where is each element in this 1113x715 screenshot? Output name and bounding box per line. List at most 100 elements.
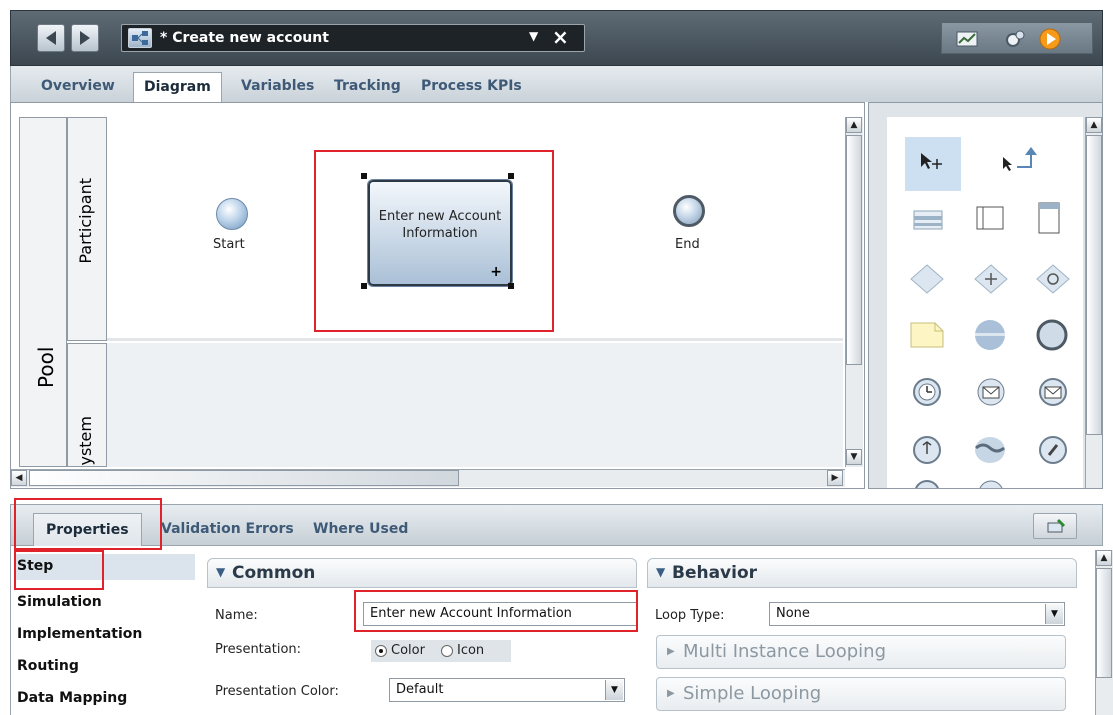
- simple-looping-panel[interactable]: ▶ Simple Looping: [656, 677, 1066, 711]
- scroll-left-button[interactable]: ◀: [11, 470, 27, 486]
- end-label: End: [675, 237, 700, 252]
- activity-shape-icon[interactable]: [973, 319, 1007, 355]
- highlight-properties-tab: [14, 498, 162, 550]
- scroll-thumb[interactable]: [29, 470, 459, 486]
- scroll-right-button[interactable]: ▶: [827, 470, 843, 486]
- scroll-up-button[interactable]: ▲: [1096, 550, 1112, 566]
- signal-event-icon[interactable]: [973, 435, 1007, 469]
- loop-type-value: None: [776, 606, 810, 621]
- chevron-down-icon: ▼: [216, 565, 226, 579]
- scroll-down-button[interactable]: ▼: [846, 449, 862, 465]
- toolbar-right: [941, 22, 1093, 54]
- chevron-down-icon[interactable]: ▼: [529, 29, 538, 43]
- behavior-section-title: Behavior: [672, 563, 758, 583]
- connector-tool-icon[interactable]: [1001, 145, 1037, 177]
- link-event-icon[interactable]: [1037, 435, 1069, 469]
- common-section-header[interactable]: ▼ Common: [207, 558, 637, 588]
- scroll-thumb[interactable]: [846, 135, 862, 365]
- editor-titlebar: * Create new account ▼ ×: [10, 10, 1103, 66]
- start-event[interactable]: [216, 198, 248, 230]
- close-icon[interactable]: ×: [552, 25, 569, 49]
- category-implementation[interactable]: Implementation: [17, 626, 142, 642]
- start-label: Start: [213, 237, 245, 252]
- run-icon[interactable]: [1038, 28, 1061, 50]
- chevron-down-icon: ▼: [656, 565, 666, 579]
- palette-grid: [887, 117, 1083, 488]
- pool-header[interactable]: Pool: [19, 117, 67, 467]
- process-title: * Create new account: [160, 30, 329, 46]
- lane-header-system[interactable]: System: [67, 343, 107, 467]
- tab-validation-errors[interactable]: Validation Errors: [161, 521, 294, 537]
- select-tool-icon[interactable]: [919, 151, 945, 175]
- tab-overview[interactable]: Overview: [41, 78, 115, 94]
- name-label: Name:: [215, 608, 258, 623]
- presentation-label: Presentation:: [215, 642, 302, 657]
- chevron-right-icon: ▶: [667, 688, 675, 699]
- loop-type-select[interactable]: None ▼: [769, 602, 1065, 626]
- presentation-color-label: Color: [391, 643, 425, 658]
- tab-variables[interactable]: Variables: [241, 78, 314, 94]
- pool-label: Pool: [34, 346, 58, 388]
- forward-arrow-icon: [80, 31, 90, 45]
- palette-scrollbar[interactable]: ▲: [1085, 117, 1102, 488]
- presentation-icon-label: Icon: [457, 643, 485, 658]
- chevron-right-icon: ▶: [667, 646, 675, 657]
- presentation-radio-group: Color Icon: [371, 640, 511, 662]
- category-simulation[interactable]: Simulation: [17, 594, 102, 610]
- lane-header-participant[interactable]: Participant: [67, 117, 107, 341]
- group-shape-icon[interactable]: [1037, 201, 1063, 241]
- highlight-step-category: [14, 550, 104, 590]
- category-data-mapping[interactable]: Data Mapping: [17, 690, 127, 706]
- common-section-title: Common: [232, 563, 316, 583]
- pool-shape-icon[interactable]: [913, 209, 943, 235]
- pin-view-icon[interactable]: [1033, 513, 1077, 539]
- scroll-up-button[interactable]: ▲: [846, 117, 862, 133]
- back-button[interactable]: [37, 24, 65, 52]
- presentation-icon-radio[interactable]: [441, 645, 453, 657]
- chart-icon[interactable]: [956, 30, 978, 48]
- timer-event-icon[interactable]: [911, 377, 943, 411]
- parallel-gateway-icon[interactable]: [973, 263, 1009, 299]
- tab-where-used[interactable]: Where Used: [313, 521, 408, 537]
- message-end-event-icon[interactable]: [1037, 377, 1069, 411]
- scroll-thumb[interactable]: [1096, 568, 1112, 678]
- settings-icon[interactable]: [1004, 30, 1026, 48]
- multi-instance-looping-label: Multi Instance Looping: [683, 641, 887, 662]
- lane-shape-icon[interactable]: [975, 205, 1005, 237]
- error-event-icon[interactable]: [911, 435, 943, 469]
- gateway-shape-icon[interactable]: [909, 263, 945, 299]
- chevron-down-icon[interactable]: ▼: [605, 680, 623, 700]
- multi-instance-looping-panel[interactable]: ▶ Multi Instance Looping: [656, 635, 1066, 669]
- scroll-thumb[interactable]: [1086, 135, 1102, 435]
- diagram-horizontal-scrollbar[interactable]: ◀ ▶: [11, 469, 845, 487]
- presentation-color-radio[interactable]: [375, 645, 387, 657]
- properties-tabs: Properties Validation Errors Where Used: [10, 504, 1103, 547]
- lane-system[interactable]: [107, 343, 843, 467]
- presentation-color-value: Default: [396, 682, 444, 697]
- process-icon: [128, 28, 152, 48]
- tab-process-kpis[interactable]: Process KPIs: [421, 78, 522, 94]
- diagram-vertical-scrollbar[interactable]: ▲ ▼: [845, 117, 863, 467]
- scroll-up-button[interactable]: ▲: [1086, 117, 1102, 133]
- chevron-down-icon[interactable]: ▼: [1045, 604, 1063, 624]
- tab-tracking[interactable]: Tracking: [334, 78, 401, 94]
- category-routing[interactable]: Routing: [17, 658, 79, 674]
- properties-scrollbar[interactable]: ▲: [1095, 550, 1113, 715]
- highlight-task: [314, 150, 554, 332]
- compensation-event-icon[interactable]: [911, 479, 943, 488]
- message-event-icon[interactable]: [975, 377, 1007, 411]
- process-selector[interactable]: * Create new account ▼ ×: [121, 24, 585, 52]
- presentation-color-select[interactable]: Default ▼: [389, 678, 625, 702]
- lane-label-participant: Participant: [76, 178, 95, 264]
- simple-looping-label: Simple Looping: [683, 683, 822, 704]
- inclusive-gateway-icon[interactable]: [1035, 263, 1071, 299]
- end-event-shape-icon[interactable]: [1035, 319, 1069, 355]
- tab-diagram[interactable]: Diagram: [133, 72, 222, 102]
- end-event[interactable]: [673, 195, 705, 227]
- behavior-section-header[interactable]: ▼ Behavior: [647, 558, 1077, 588]
- conditional-event-icon[interactable]: [975, 479, 1007, 488]
- note-shape-icon[interactable]: [909, 321, 945, 353]
- forward-button[interactable]: [71, 24, 99, 52]
- highlight-name-field: [354, 590, 638, 632]
- editor-tabs: Overview Diagram Variables Tracking Proc…: [10, 66, 1103, 102]
